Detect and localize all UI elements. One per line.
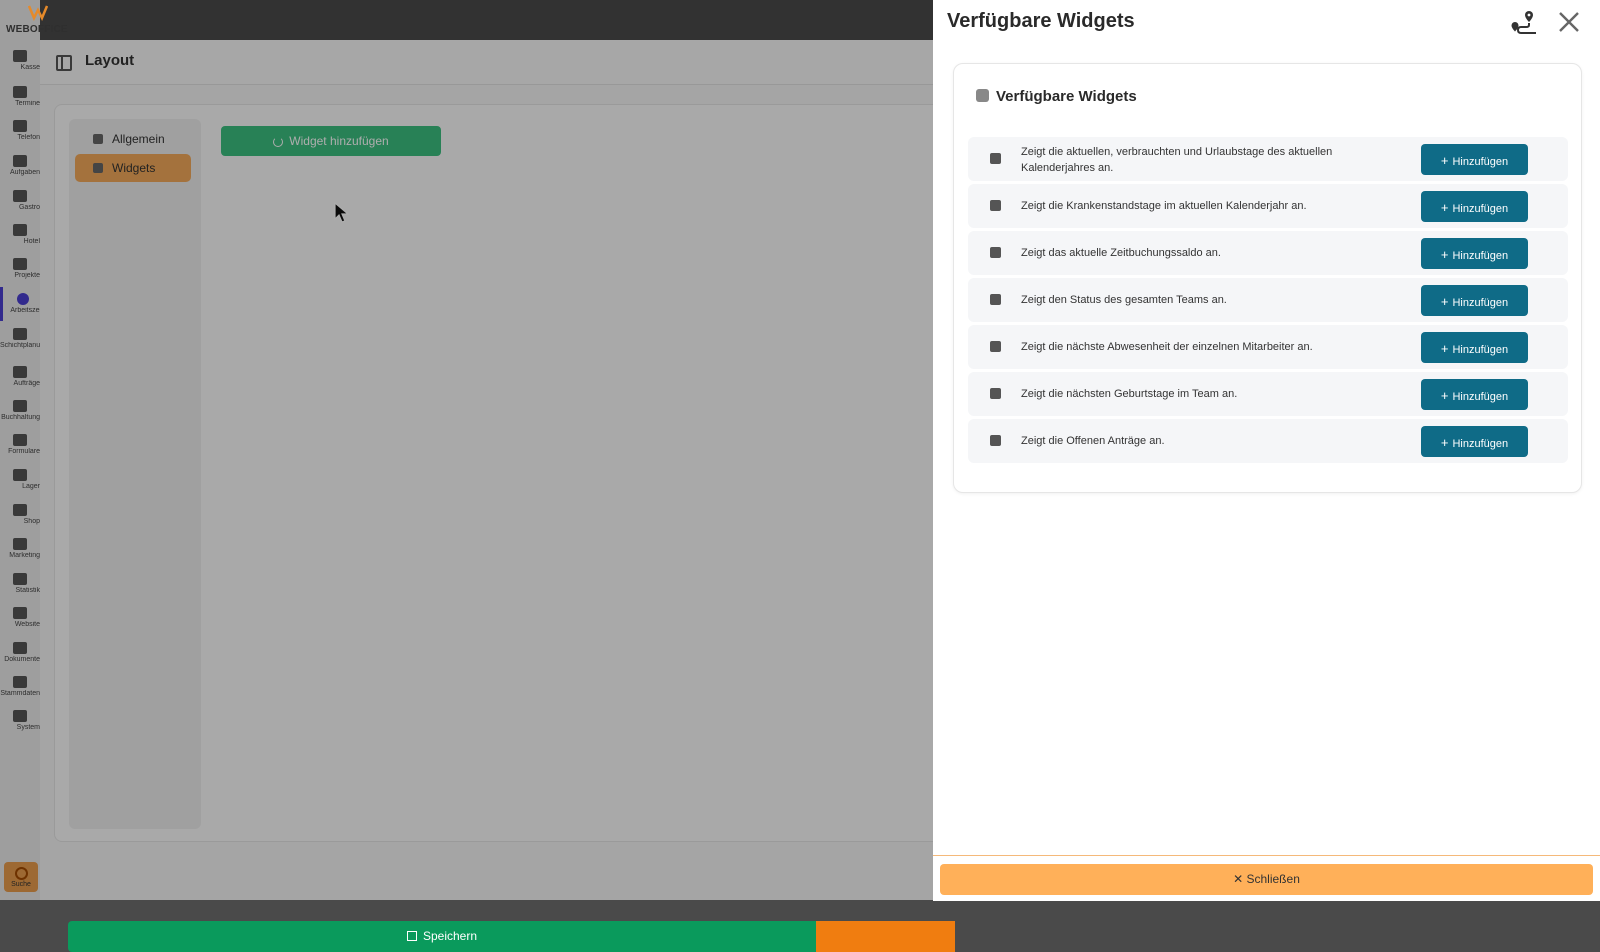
widget-row: Zeigt den Status des gesamten Teams an. … <box>968 278 1568 322</box>
widget-row: Zeigt die Offenen Anträge an. + Hinzufüge… <box>968 419 1568 463</box>
logo-mark-icon <box>28 5 48 22</box>
close-icon[interactable] <box>1557 10 1581 34</box>
cake-icon <box>990 388 1001 399</box>
add-widget-team-status-button[interactable]: + Hinzufügen <box>1421 285 1528 316</box>
add-widget-birthdays-button[interactable]: + Hinzufügen <box>1421 379 1528 410</box>
modal-backdrop[interactable] <box>0 0 933 900</box>
save-icon <box>406 931 417 941</box>
plus-icon: + <box>1440 435 1449 450</box>
plus-icon: + <box>1440 247 1449 262</box>
syringe-icon <box>990 200 1001 211</box>
close-icon: ✕ <box>1233 872 1247 886</box>
plus-icon: + <box>1440 341 1449 356</box>
route-icon[interactable] <box>1509 8 1539 38</box>
secondary-action-button[interactable] <box>816 921 955 952</box>
add-widget-absence-button[interactable]: + Hinzufügen <box>1421 332 1528 363</box>
drawer-footer: ✕ Schließen <box>933 855 1600 901</box>
traffic-light-icon <box>990 294 1001 305</box>
close-drawer-button[interactable]: ✕ Schließen <box>940 864 1593 895</box>
add-widget-time-balance-button[interactable]: + Hinzufügen <box>1421 238 1528 269</box>
add-widget-open-requests-button[interactable]: + Hinzufügen <box>1421 426 1528 457</box>
widget-row: Zeigt die aktuellen, verbrauchten und Ur… <box>968 137 1568 181</box>
widgets-drawer: Verfügbare Widgets Verfügbare Widgets Ze… <box>933 0 1600 901</box>
widget-row: Zeigt die nächsten Geburtstage im Team a… <box>968 372 1568 416</box>
plus-icon: + <box>1440 153 1449 168</box>
available-widgets-card: Verfügbare Widgets Zeigt die aktuellen, … <box>953 63 1582 493</box>
umbrella-beach-icon <box>990 153 1001 164</box>
drawer-title: Verfügbare Widgets <box>947 10 1135 32</box>
widget-row: Zeigt die Krankenstandstage im aktuellen… <box>968 184 1568 228</box>
plus-icon: + <box>1440 294 1449 309</box>
puzzle-icon <box>976 89 989 102</box>
widget-row: Zeigt das aktuelle Zeitbuchungssaldo an.… <box>968 231 1568 275</box>
calendar-clock-icon <box>990 435 1001 446</box>
widget-row: Zeigt die nächste Abwesenheit der einzel… <box>968 325 1568 369</box>
hourglass-icon <box>990 247 1001 258</box>
card-title: Verfügbare Widgets <box>976 88 1137 105</box>
weboffice-logo: WEBOFFICE <box>4 4 68 36</box>
add-widget-vacation-button[interactable]: + Hinzufügen <box>1421 144 1528 175</box>
save-button[interactable]: Speichern <box>68 921 816 952</box>
add-widget-sick-days-button[interactable]: + Hinzufügen <box>1421 191 1528 222</box>
calendar-icon <box>990 341 1001 352</box>
plus-icon: + <box>1440 200 1449 215</box>
plus-icon: + <box>1440 388 1449 403</box>
